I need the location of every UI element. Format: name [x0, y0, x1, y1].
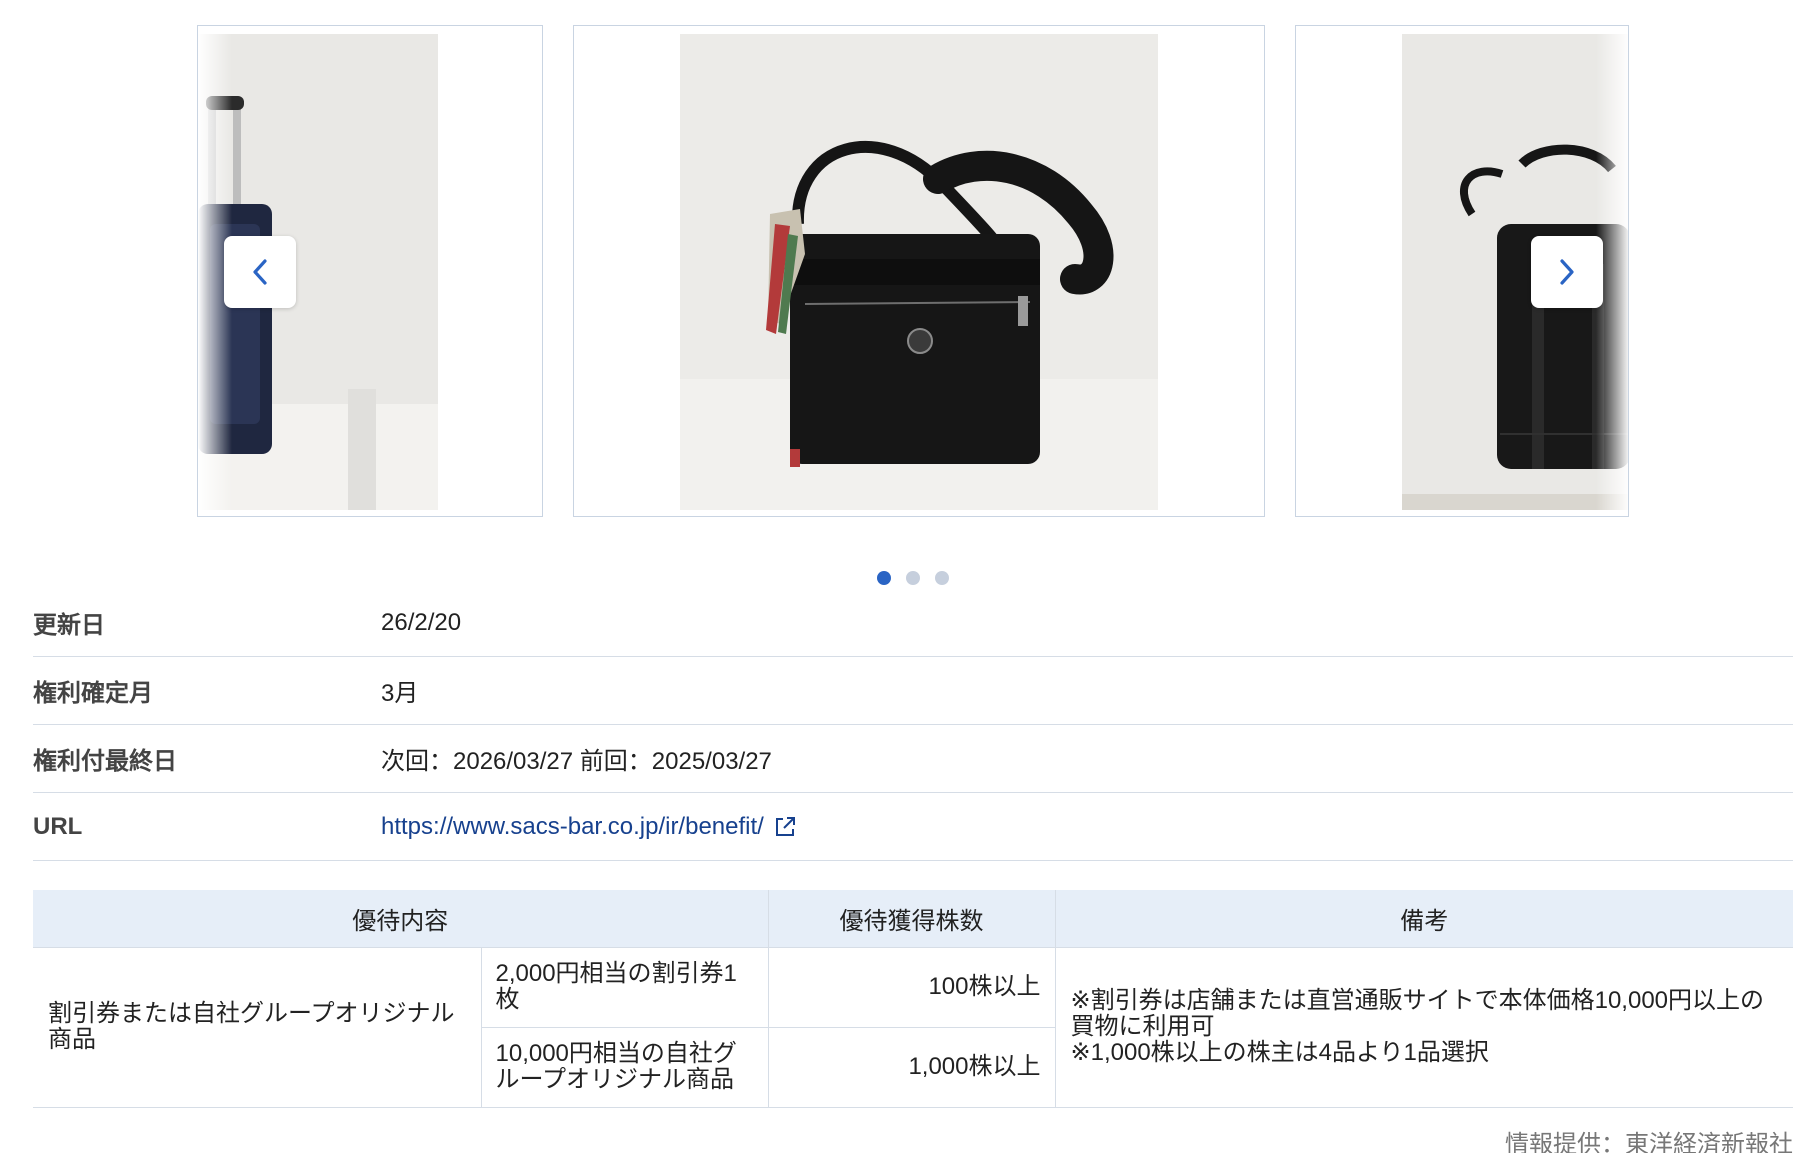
info-row-last-rights-day: 権利付最終日 次回：2026/03/27 前回：2025/03/27	[33, 725, 1793, 793]
last-rights-day-value: 次回：2026/03/27 前回：2025/03/27	[381, 748, 772, 775]
info-row-url: URL https://www.sacs-bar.co.jp/ir/benefi…	[33, 793, 1793, 861]
header-benefit-content: 優待内容	[33, 890, 769, 948]
stock-info-list: 更新日 26/2/20 権利確定月 3月 権利付最終日 次回：2026/03/2…	[33, 589, 1793, 861]
info-row-update-date: 更新日 26/2/20	[33, 589, 1793, 657]
benefit-url-link[interactable]: https://www.sacs-bar.co.jp/ir/benefit/	[381, 813, 796, 841]
carousel-dot-1[interactable]	[877, 571, 891, 585]
carousel-slide-current[interactable]	[573, 25, 1265, 517]
rights-month-value: 3月	[381, 680, 419, 707]
update-date-value: 26/2/20	[381, 608, 462, 636]
benefit-content-cell: 10,000円相当の自社グループオリジナル商品	[480, 1026, 769, 1108]
required-shares-cell: 1,000株以上	[767, 1026, 1056, 1108]
last-rights-day-label: 権利付最終日	[33, 748, 177, 775]
header-notes: 備考	[1054, 890, 1793, 948]
carousel-prev-button[interactable]	[224, 236, 296, 308]
table-row: 割引券または自社グループオリジナル商品 2,000円相当の割引券1枚 100株以…	[33, 946, 1793, 1108]
product-photo-shoulder-bag	[680, 34, 1158, 510]
rights-month-label: 権利確定月	[33, 680, 153, 707]
benefit-url-text: https://www.sacs-bar.co.jp/ir/benefit/	[381, 812, 764, 840]
carousel-dot-3[interactable]	[935, 571, 949, 585]
url-label: URL	[33, 812, 83, 840]
image-carousel	[0, 0, 1800, 600]
header-required-shares: 優待獲得株数	[767, 890, 1056, 948]
external-link-icon	[775, 816, 795, 836]
info-row-rights-month: 権利確定月 3月	[33, 657, 1793, 725]
benefit-table: 優待内容 優待獲得株数 備考 割引券または自社グループオリジナル商品 2,000…	[33, 890, 1793, 1108]
carousel-dot-2[interactable]	[906, 571, 920, 585]
benefit-category: 割引券または自社グループオリジナル商品	[33, 946, 482, 1108]
chevron-right-icon	[1560, 259, 1574, 285]
carousel-next-button[interactable]	[1531, 236, 1603, 308]
data-source-credit: 情報提供：東洋経済新報社	[1505, 1131, 1793, 1153]
update-date-label: 更新日	[33, 612, 105, 639]
url-value: https://www.sacs-bar.co.jp/ir/benefit/	[381, 813, 796, 841]
chevron-left-icon	[253, 259, 267, 285]
required-shares-cell: 100株以上	[767, 946, 1056, 1028]
carousel-pagination	[877, 571, 949, 585]
benefit-content-cell: 2,000円相当の割引券1枚	[480, 946, 769, 1028]
benefit-notes: ※割引券は店舗または直営通販サイトで本体価格10,000円以上の買物に利用可 ※…	[1054, 946, 1793, 1108]
